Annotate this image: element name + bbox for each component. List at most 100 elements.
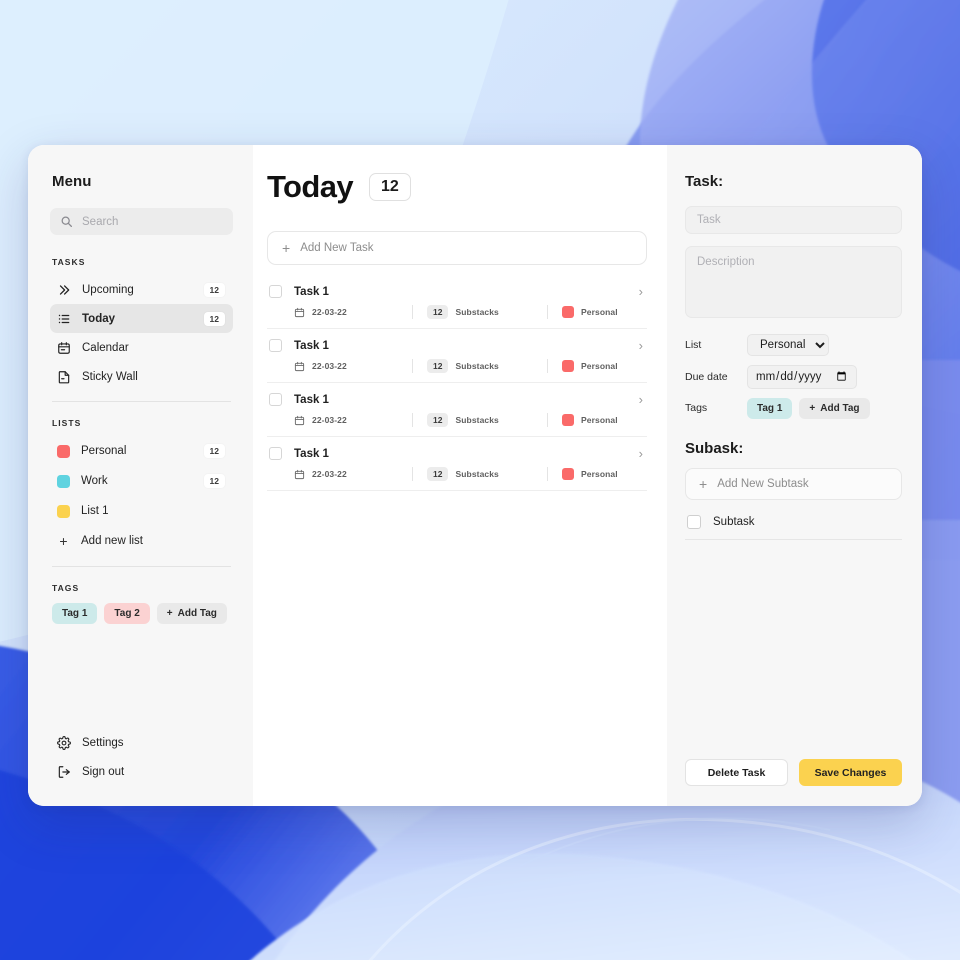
chevron-right-icon[interactable]: › [639,393,645,406]
search-icon [60,215,73,228]
page-title: Today [267,169,354,204]
plus-icon: + [282,240,291,256]
sidebar-item-count: 12 [203,282,225,297]
task-row-header: Task 1 › [269,447,645,460]
add-new-subtask-label: Add New Subtask [717,477,809,490]
color-swatch-icon [57,444,70,458]
task-row-header: Task 1 › [269,285,645,298]
settings-button[interactable]: Settings [50,728,233,757]
task-meta: 22-03-22 12 Substacks Personal [294,305,645,319]
plus-icon: + [59,533,68,549]
due-date-input[interactable] [747,365,857,389]
table-row[interactable]: Task 1 › 22-03-22 12 Substacks Personal [267,329,647,383]
task-substack-label: Substacks [455,469,499,479]
task-checkbox[interactable] [269,339,282,352]
add-new-list-label: Add new list [81,535,144,547]
list-item[interactable]: Subtask [685,506,902,540]
sidebar-item-count: 12 [203,311,225,326]
sidebar-item-today[interactable]: Today 12 [50,304,233,333]
tags-property-label: Tags [685,402,708,414]
meta-divider [547,305,548,319]
task-description-field[interactable] [685,246,902,318]
chevron-right-icon[interactable]: › [639,285,645,298]
task-due-date: 22-03-22 [294,415,412,426]
plus-icon: + [809,402,816,414]
sidebar-list-label: Personal [81,445,127,457]
task-checkbox[interactable] [269,285,282,298]
chevron-right-icon[interactable]: › [639,339,645,352]
sidebar-list-list-1[interactable]: List 1 [50,496,233,526]
task-title: Task 1 [294,285,329,298]
add-new-subtask-button[interactable]: + Add New Subtask [685,467,902,500]
calendar-icon [57,341,71,355]
detail-tags-row: Tag 1 + Add Tag [747,397,870,419]
table-row[interactable]: Task 1 › 22-03-22 12 Substacks Personal [267,383,647,437]
add-tag-label: Add Tag [177,608,217,619]
task-checkbox[interactable] [269,393,282,406]
task-substacks: 12 Substacks [427,413,547,427]
task-meta: 22-03-22 12 Substacks Personal [294,359,645,373]
sidebar-item-label: Calendar [82,341,129,354]
sidebar-item-sticky-wall[interactable]: Sticky Wall [50,362,233,391]
task-due-date: 22-03-22 [294,361,412,372]
search-box[interactable] [50,208,233,235]
task-list-tag: Personal [562,468,618,480]
plus-icon: + [699,475,708,492]
tag-chip-1[interactable]: Tag 1 [52,603,98,624]
sidebar-item-calendar[interactable]: Calendar [50,333,233,362]
task-meta: 22-03-22 12 Substacks Personal [294,467,645,481]
task-list-tag: Personal [562,414,618,426]
list-icon [57,312,71,326]
add-tag-button[interactable]: + Add Tag [156,603,227,624]
sidebar-divider-lists [52,401,231,402]
sign-out-icon [57,765,71,779]
task-substack-count: 12 [427,467,449,481]
color-swatch-icon [562,360,574,372]
tag-chip-1[interactable]: Tag 1 [747,397,793,419]
list-property-label: List [685,339,702,351]
list-select[interactable]: Personal Work List 1 [747,334,829,356]
meta-divider [547,359,548,373]
sidebar-list-work[interactable]: Work 12 [50,466,233,496]
task-list-tag: Personal [562,306,618,318]
task-substacks: 12 Substacks [427,305,547,319]
search-input[interactable] [82,215,223,228]
task-title: Task 1 [294,393,329,406]
task-substack-label: Substacks [455,415,499,425]
task-date-label: 22-03-22 [312,469,347,479]
sidebar-list-personal[interactable]: Personal 12 [50,436,233,466]
add-new-list-button[interactable]: + Add new list [50,526,233,556]
tasks-section-label: Tasks [52,257,86,267]
plus-icon: + [166,608,173,619]
settings-label: Settings [82,736,124,749]
delete-task-button[interactable]: Delete Task [685,759,788,786]
table-row[interactable]: Task 1 › 22-03-22 12 Substacks Personal [267,275,647,329]
task-list-label: Personal [581,415,618,425]
app-window: Menu Tasks Upcoming 12 [28,145,922,806]
sidebar-item-upcoming[interactable]: Upcoming 12 [50,275,233,304]
task-substacks: 12 Substacks [427,467,547,481]
gear-icon [57,735,71,750]
add-tag-button[interactable]: + Add Tag [799,397,870,419]
task-meta: 22-03-22 12 Substacks Personal [294,413,645,427]
sign-out-button[interactable]: Sign out [50,757,233,786]
tag-chip-2[interactable]: Tag 2 [104,603,150,624]
tags-section-label: Tags [52,583,80,593]
chevron-right-icon[interactable]: › [639,447,645,460]
color-swatch-icon [57,504,70,518]
sidebar-list-label: Work [81,475,108,487]
calendar-icon [294,307,305,318]
task-date-label: 22-03-22 [312,307,347,317]
detail-footer: Delete Task Save Changes [685,759,902,806]
task-checkbox[interactable] [269,447,282,460]
sidebar-item-label: Upcoming [82,283,134,296]
subtask-checkbox[interactable] [687,514,701,529]
task-date-label: 22-03-22 [312,361,347,371]
table-row[interactable]: Task 1 › 22-03-22 12 Substacks Personal [267,437,647,491]
sidebar-list-count: 12 [203,474,225,488]
due-date-property-label: Due date [685,370,728,383]
save-changes-button[interactable]: Save Changes [799,759,902,786]
add-new-task-button[interactable]: + Add New Task [267,231,647,265]
menu-title: Menu [52,173,92,190]
task-name-field[interactable] [685,206,902,234]
